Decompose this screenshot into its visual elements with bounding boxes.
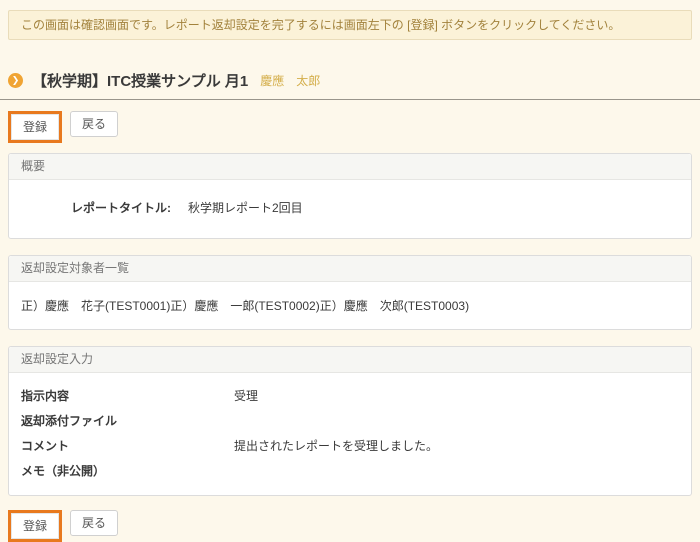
page-header: ❯ 【秋学期】ITC授業サンプル 月1 慶應 太郎	[8, 70, 692, 91]
overview-section-body: レポートタイトル: 秋学期レポート2回目	[9, 180, 691, 238]
top-button-row: 登録 戻る	[8, 111, 692, 143]
return-settings-section-body: 指示内容 受理 返却添付ファイル コメント 提出されたレポートを受理しました。 …	[9, 373, 691, 495]
back-button-top[interactable]: 戻る	[70, 111, 118, 137]
student-item: 正）慶應 次郎(TEST0003)	[320, 297, 469, 314]
attachment-row: 返却添付ファイル	[21, 412, 679, 429]
register-button-highlight-box: 登録	[8, 111, 62, 143]
instruction-row: 指示内容 受理	[21, 387, 679, 404]
register-button-bottom[interactable]: 登録	[11, 513, 59, 539]
return-settings-section-header: 返却設定入力	[9, 347, 691, 373]
overview-section: 概要 レポートタイトル: 秋学期レポート2回目	[8, 153, 692, 239]
report-title-value: 秋学期レポート2回目	[188, 199, 303, 216]
overview-section-header: 概要	[9, 154, 691, 180]
attachment-label: 返却添付ファイル	[21, 412, 234, 429]
memo-label: メモ（非公開）	[21, 462, 234, 479]
confirmation-notice-text: この画面は確認画面です。レポート返却設定を完了するには画面左下の [登録] ボタ…	[21, 18, 620, 32]
targets-section-header: 返却設定対象者一覧	[9, 256, 691, 282]
page-title: 【秋学期】ITC授業サンプル 月1	[32, 70, 248, 91]
instructor-name: 慶應 太郎	[260, 72, 320, 89]
confirmation-notice: この画面は確認画面です。レポート返却設定を完了するには画面左下の [登録] ボタ…	[8, 10, 692, 40]
attachment-value	[234, 412, 679, 429]
register-button-highlight-box: 登録	[8, 510, 62, 542]
register-button-top[interactable]: 登録	[11, 114, 59, 140]
instruction-label: 指示内容	[21, 387, 234, 404]
bottom-button-row: 登録 戻る	[8, 510, 692, 542]
comment-value: 提出されたレポートを受理しました。	[234, 437, 679, 454]
student-item: 正）慶應 花子(TEST0001)	[21, 297, 170, 314]
comment-label: コメント	[21, 437, 234, 454]
header-divider	[0, 99, 700, 100]
targets-section: 返却設定対象者一覧 正）慶應 花子(TEST0001) 正）慶應 一郎(TEST…	[8, 255, 692, 330]
targets-section-body: 正）慶應 花子(TEST0001) 正）慶應 一郎(TEST0002) 正）慶應…	[9, 282, 691, 329]
chevron-right-circle-icon: ❯	[8, 73, 23, 88]
instruction-value: 受理	[234, 387, 679, 404]
comment-row: コメント 提出されたレポートを受理しました。	[21, 437, 679, 454]
back-button-bottom[interactable]: 戻る	[70, 510, 118, 536]
memo-row: メモ（非公開）	[21, 462, 679, 479]
report-title-label: レポートタイトル:	[21, 199, 171, 216]
student-item: 正）慶應 一郎(TEST0002)	[170, 297, 319, 314]
report-title-row: レポートタイトル: 秋学期レポート2回目	[21, 199, 679, 216]
memo-value	[234, 462, 679, 479]
return-settings-section: 返却設定入力 指示内容 受理 返却添付ファイル コメント 提出されたレポートを受…	[8, 346, 692, 496]
